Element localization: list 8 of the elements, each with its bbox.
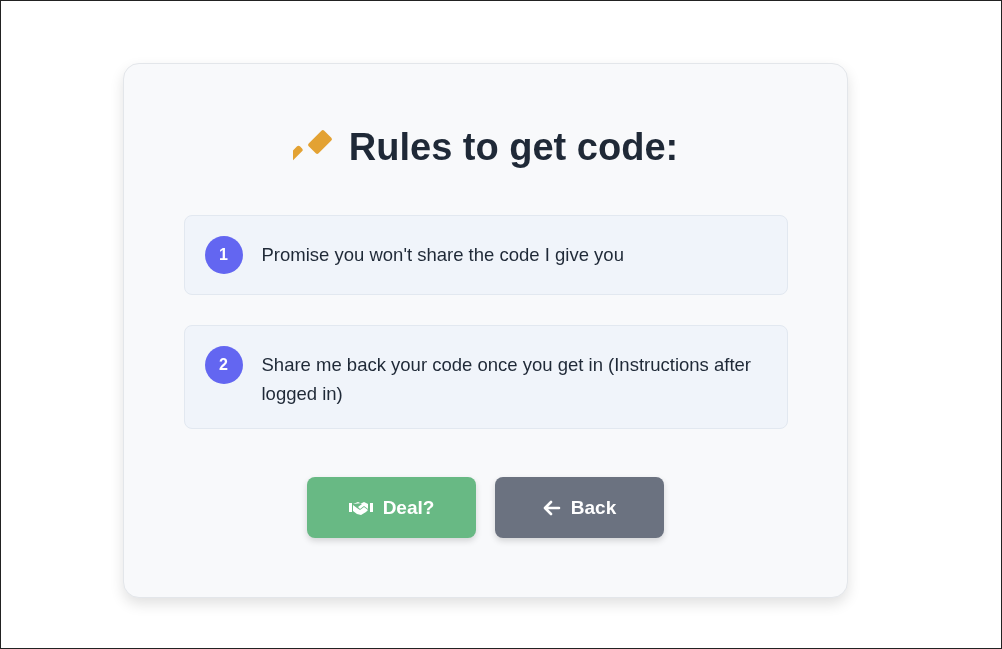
step-number: 1	[204, 236, 243, 274]
rule-text: Share me back your code once you get in (Instructions after logged in)	[261, 353, 752, 406]
handshake-icon	[348, 499, 373, 516]
rule-text: Promise you won't share the code I give you	[261, 243, 624, 267]
arrow-left-icon	[542, 499, 561, 516]
back-button[interactable]: Back	[495, 477, 664, 538]
step-number: 2	[204, 346, 243, 384]
page-title: Rules to get code:	[348, 126, 679, 169]
